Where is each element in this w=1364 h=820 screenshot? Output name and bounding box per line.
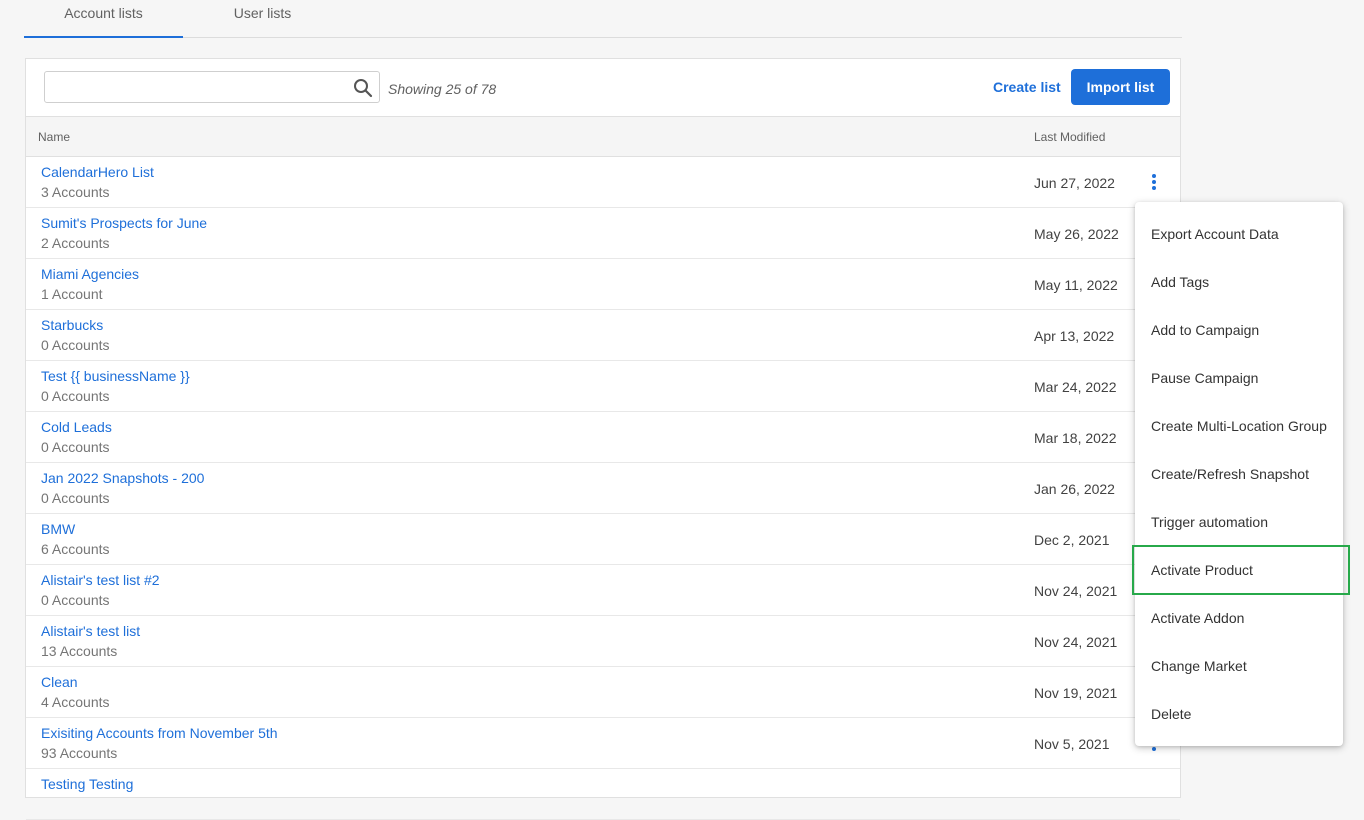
list-name-link[interactable]: Miami Agencies: [41, 266, 139, 282]
menu-item-export-account-data[interactable]: Export Account Data: [1135, 210, 1343, 258]
list-name-link[interactable]: Jan 2022 Snapshots - 200: [41, 470, 204, 486]
last-modified-date: Nov 19, 2021: [1034, 685, 1118, 701]
menu-item-activate-product[interactable]: Activate Product: [1132, 545, 1350, 595]
account-count: 4 Accounts: [41, 694, 110, 710]
table-row: Alistair's test list 13 Accounts Nov 24,…: [26, 616, 1180, 667]
list-name-link[interactable]: Sumit's Prospects for June: [41, 215, 207, 231]
list-name-link[interactable]: Cold Leads: [41, 419, 112, 435]
last-modified-date: Jun 27, 2022: [1034, 175, 1115, 191]
tab-account-lists[interactable]: Account lists: [24, 0, 183, 38]
table-row: Sumit's Prospects for June 2 Accounts Ma…: [26, 208, 1180, 259]
menu-item-pause-campaign[interactable]: Pause Campaign: [1135, 354, 1343, 402]
menu-item-delete[interactable]: Delete: [1135, 690, 1343, 738]
table-row: BMW 6 Accounts Dec 2, 2021: [26, 514, 1180, 565]
list-name-link[interactable]: Alistair's test list #2: [41, 572, 160, 588]
menu-item-trigger-automation[interactable]: Trigger automation: [1135, 498, 1343, 546]
table-header: Name Last Modified: [26, 116, 1180, 157]
search-input[interactable]: [45, 72, 345, 102]
table-row: Alistair's test list #2 0 Accounts Nov 2…: [26, 565, 1180, 616]
list-name-link[interactable]: BMW: [41, 521, 75, 537]
toolbar: Showing 25 of 78 Create list Import list: [26, 59, 1180, 116]
menu-item-add-to-campaign[interactable]: Add to Campaign: [1135, 306, 1343, 354]
table-row: CalendarHero List 3 Accounts Jun 27, 202…: [26, 157, 1180, 208]
search-icon[interactable]: [353, 78, 373, 98]
account-count: 0 Accounts: [41, 337, 110, 353]
table-row: Miami Agencies 1 Account May 11, 2022: [26, 259, 1180, 310]
create-list-link[interactable]: Create list: [993, 79, 1061, 95]
last-modified-date: Nov 24, 2021: [1034, 634, 1118, 650]
table-row: Cold Leads 0 Accounts Mar 18, 2022: [26, 412, 1180, 463]
last-modified-date: Jan 26, 2022: [1034, 481, 1115, 497]
table-row: Jan 2022 Snapshots - 200 0 Accounts Jan …: [26, 463, 1180, 514]
list-name-link[interactable]: CalendarHero List: [41, 164, 154, 180]
list-name-link[interactable]: Testing Testing: [41, 776, 133, 792]
last-modified-date: Mar 18, 2022: [1034, 430, 1117, 446]
tab-user-lists[interactable]: User lists: [183, 0, 342, 38]
column-header-last-modified[interactable]: Last Modified: [1034, 130, 1105, 144]
list-name-link[interactable]: Test {{ businessName }}: [41, 368, 190, 384]
last-modified-date: May 26, 2022: [1034, 226, 1119, 242]
table-row: Exisiting Accounts from November 5th 93 …: [26, 718, 1180, 769]
table-row: Starbucks 0 Accounts Apr 13, 2022: [26, 310, 1180, 361]
showing-count: Showing 25 of 78: [388, 81, 497, 97]
column-header-name[interactable]: Name: [38, 130, 70, 144]
menu-item-change-market[interactable]: Change Market: [1135, 642, 1343, 690]
table-row: Clean 4 Accounts Nov 19, 2021: [26, 667, 1180, 718]
last-modified-date: Apr 13, 2022: [1034, 328, 1115, 344]
list-name-link[interactable]: Clean: [41, 674, 78, 690]
menu-item-activate-addon[interactable]: Activate Addon: [1135, 594, 1343, 642]
table-row: Test {{ businessName }} 0 Accounts Mar 2…: [26, 361, 1180, 412]
list-name-link[interactable]: Starbucks: [41, 317, 103, 333]
last-modified-date: Nov 5, 2021: [1034, 736, 1110, 752]
more-options-icon[interactable]: [1148, 174, 1160, 192]
list-name-link[interactable]: Alistair's test list: [41, 623, 140, 639]
table-body: CalendarHero List 3 Accounts Jun 27, 202…: [26, 157, 1180, 820]
table-row: Testing Testing: [26, 769, 1180, 820]
account-lists-card: Showing 25 of 78 Create list Import list…: [25, 58, 1181, 820]
row-actions-menu: Export Account Data Add Tags Add to Camp…: [1132, 202, 1350, 746]
account-count: 0 Accounts: [41, 490, 110, 506]
search-box: [44, 71, 380, 103]
last-modified-date: Mar 24, 2022: [1034, 379, 1117, 395]
menu-item-create-multi-location-group[interactable]: Create Multi-Location Group: [1135, 402, 1343, 450]
account-count: 0 Accounts: [41, 592, 110, 608]
account-count: 1 Account: [41, 286, 103, 302]
menu-item-add-tags[interactable]: Add Tags: [1135, 258, 1343, 306]
last-modified-date: Dec 2, 2021: [1034, 532, 1110, 548]
tab-bar: Account lists User lists: [24, 0, 1182, 38]
account-count: 6 Accounts: [41, 541, 110, 557]
account-count: 0 Accounts: [41, 439, 110, 455]
account-count: 93 Accounts: [41, 745, 118, 761]
last-modified-date: May 11, 2022: [1034, 277, 1118, 293]
account-count: 3 Accounts: [41, 184, 110, 200]
menu-item-create-refresh-snapshot[interactable]: Create/Refresh Snapshot: [1135, 450, 1343, 498]
account-count: 2 Accounts: [41, 235, 110, 251]
import-list-button[interactable]: Import list: [1071, 69, 1170, 105]
list-name-link[interactable]: Exisiting Accounts from November 5th: [41, 725, 278, 741]
last-modified-date: Nov 24, 2021: [1034, 583, 1118, 599]
account-count: 0 Accounts: [41, 388, 110, 404]
account-count: 13 Accounts: [41, 643, 118, 659]
